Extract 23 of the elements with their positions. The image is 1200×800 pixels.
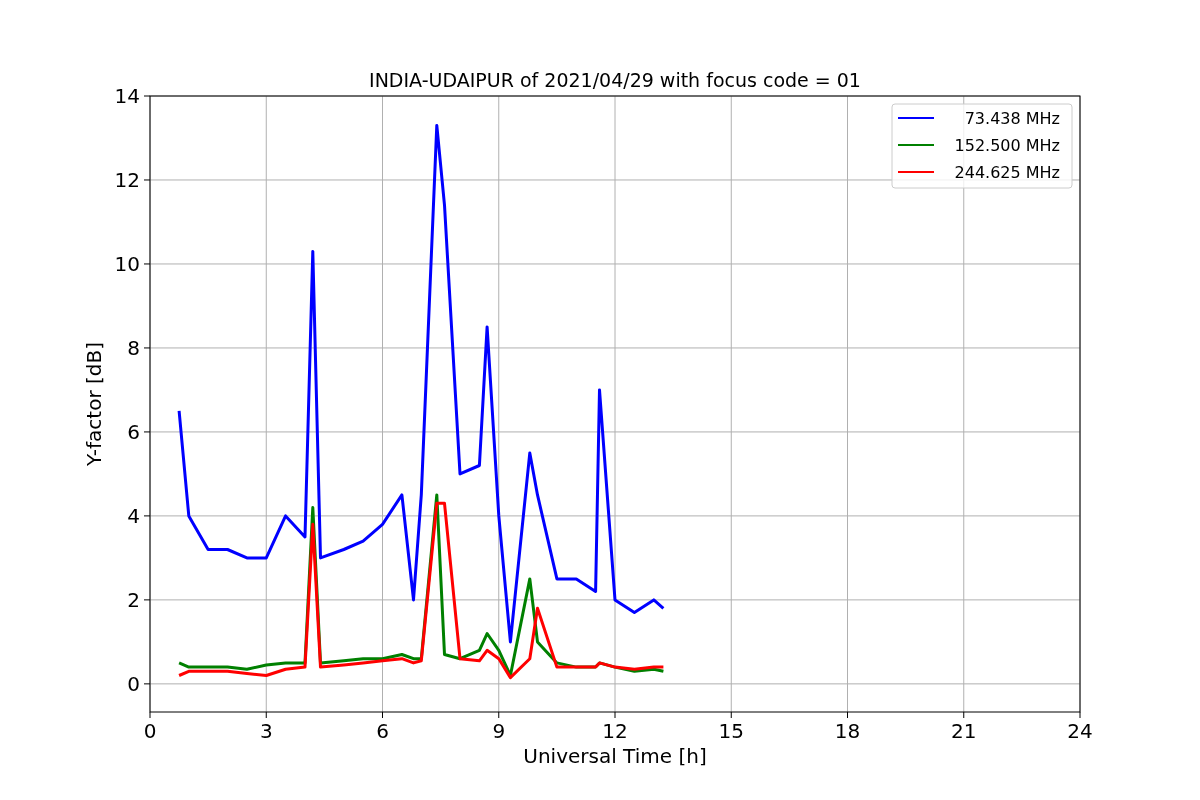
- axis-label: Y-factor [dB]: [82, 342, 106, 466]
- tick-label: 24: [1067, 719, 1093, 743]
- tick-label: 12: [114, 168, 140, 192]
- legend-label: 73.438 MHz: [964, 109, 1060, 128]
- tick-label: 0: [143, 719, 157, 743]
- tick-label: 15: [718, 719, 744, 743]
- tick-label: 6: [376, 719, 389, 743]
- tick-label: 10: [114, 251, 140, 276]
- tick-label: 21: [951, 719, 977, 743]
- axis-label: Universal Time [h]: [523, 744, 707, 768]
- tick-label: 8: [127, 335, 140, 360]
- tick-label: 0: [127, 671, 140, 696]
- tick-label: 14: [114, 84, 140, 108]
- legend-label: 244.625 MHz: [954, 163, 1060, 182]
- chart-title: INDIA-UDAIPUR of 2021/04/29 with focus code = 01: [369, 69, 861, 91]
- tick-label: 6: [127, 419, 140, 444]
- tick-label: 2: [127, 587, 140, 612]
- tick-label: 9: [492, 719, 506, 743]
- tick-label: 18: [834, 719, 861, 743]
- tick-label: 12: [602, 719, 628, 743]
- tick-label: 4: [127, 503, 140, 528]
- legend-label: 152.500 MHz: [954, 136, 1060, 155]
- tick-label: 3: [259, 719, 273, 743]
